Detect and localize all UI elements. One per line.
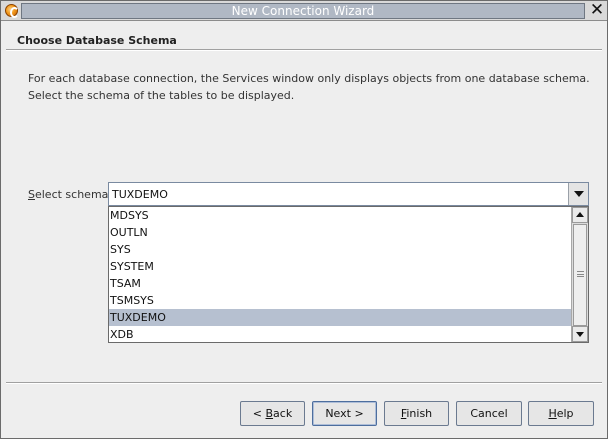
schema-option[interactable]: MDSYS [109, 207, 572, 224]
schema-dropdown-list: MDSYS OUTLN SYS SYSTEM TSAM TSMSYS TUXDEMO XDB [108, 206, 589, 343]
cancel-button[interactable]: Cancel [456, 401, 522, 426]
schema-option[interactable]: SYS [109, 241, 572, 258]
back-button-mnemonic: B [265, 407, 274, 420]
schema-option[interactable]: TUXDEMO [109, 309, 572, 326]
title-bar[interactable]: New Connection Wizard ✕ [1, 1, 607, 21]
cancel-button-label: Cancel [470, 407, 508, 420]
description-line-2: Select the schema of the tables to be di… [28, 89, 295, 102]
next-button[interactable]: Next > [312, 401, 377, 426]
schema-combobox-value: TUXDEMO [112, 188, 168, 201]
schema-option[interactable]: TSAM [109, 275, 572, 292]
arrow-down-icon [576, 332, 584, 337]
chevron-down-icon [574, 191, 584, 197]
dropdown-scrollbar[interactable] [571, 207, 588, 342]
grip-icon [577, 271, 584, 277]
help-button-mnemonic: H [548, 407, 557, 420]
scroll-thumb[interactable] [573, 224, 587, 326]
schema-label-rest: elect schema: [34, 188, 113, 201]
schema-combobox-toggle[interactable] [568, 183, 588, 205]
schema-label: Select schema: [28, 188, 112, 201]
schema-label-mnemonic: S [28, 188, 35, 201]
back-button-post: ack [273, 407, 293, 420]
step-title: Choose Database Schema [17, 34, 177, 47]
schema-option[interactable]: OUTLN [109, 224, 572, 241]
app-logo-icon [5, 4, 19, 18]
schema-option[interactable]: SYSTEM [109, 258, 572, 275]
scroll-up-button[interactable] [572, 207, 588, 223]
back-button-pre: < [252, 407, 266, 420]
schema-option[interactable]: XDB [109, 326, 572, 342]
help-button[interactable]: Help [528, 401, 594, 426]
close-icon[interactable]: ✕ [588, 2, 606, 20]
title-pane[interactable]: New Connection Wizard [21, 3, 585, 19]
description-line-1: For each database connection, the Servic… [28, 72, 590, 85]
arrow-up-icon [576, 212, 584, 217]
window-title: New Connection Wizard [231, 4, 375, 18]
finish-button-post: inish [406, 407, 433, 420]
footer-divider [6, 382, 602, 384]
scroll-down-button[interactable] [572, 326, 588, 342]
header-divider [6, 49, 602, 51]
help-button-post: elp [556, 407, 574, 420]
back-button[interactable]: < Back [240, 401, 305, 426]
next-button-label: Next > [325, 407, 364, 420]
schema-options: MDSYS OUTLN SYS SYSTEM TSAM TSMSYS TUXDEMO XDB [109, 207, 572, 342]
finish-button[interactable]: Finish [384, 401, 449, 426]
schema-option[interactable]: TSMSYS [109, 292, 572, 309]
schema-combobox[interactable]: TUXDEMO [108, 182, 589, 206]
wizard-window: New Connection Wizard ✕ Choose Database … [0, 0, 608, 439]
